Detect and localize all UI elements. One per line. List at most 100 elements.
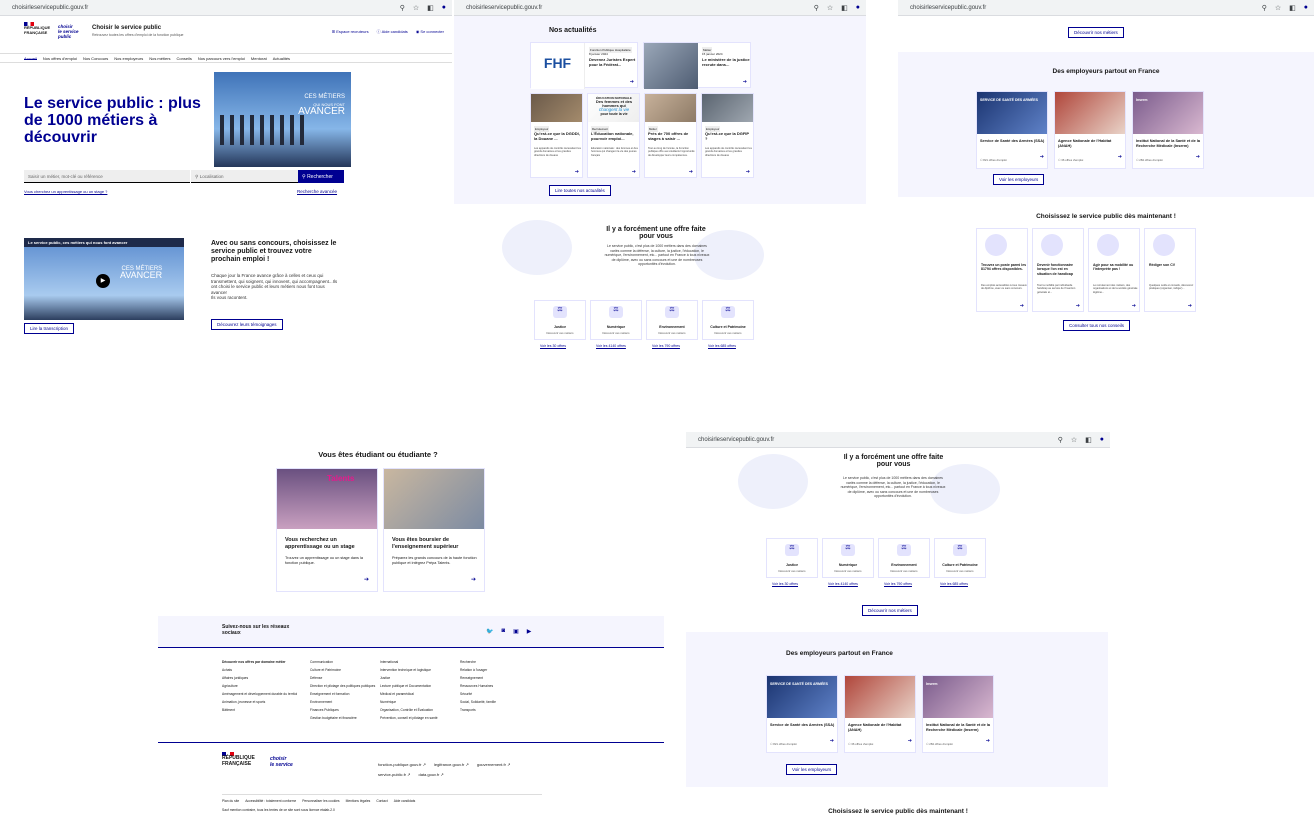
footer-link[interactable]: Enseignement et formation — [310, 690, 390, 698]
employers-button-b[interactable]: Voir les employeurs — [786, 764, 838, 775]
news-card-fhf[interactable]: FHF Fonction Publique Hospitalière 8 jan… — [530, 42, 638, 89]
discover-jobs-button[interactable]: Découvrir nos métiers — [1068, 27, 1124, 38]
login-link[interactable]: ◉ Se connecter — [416, 29, 444, 35]
recruiters-link[interactable]: ⊞ Espace recruteurs — [332, 29, 369, 35]
student-card-stage[interactable]: Talents Vous recherchez un apprentissage… — [276, 468, 378, 592]
footer-link[interactable]: Bâtiment — [222, 706, 297, 714]
footer-link[interactable]: Recherche — [460, 658, 530, 666]
nav-item[interactable]: Mentorat — [251, 56, 267, 61]
linkedin-icon[interactable]: ▣ — [513, 628, 519, 635]
footer-link[interactable]: Relation à l'usager — [460, 666, 530, 674]
employer-card[interactable]: Agence Nationale de l'Habitat (ANAH) ⚇ 3… — [844, 675, 916, 753]
advice-card[interactable]: Rédiger son CV Quelques outils et consei… — [1144, 228, 1196, 312]
legal-link[interactable]: Mentions légales — [346, 799, 371, 803]
search-button[interactable]: ⚲ Rechercher — [298, 170, 344, 183]
help-link[interactable]: ⓘ Aide candidats — [377, 29, 408, 35]
search-input[interactable]: Saisir un métier, mot-clé ou référence — [24, 170, 191, 183]
nav-item[interactable]: Nos employeurs — [114, 56, 143, 61]
employer-card[interactable]: Agence Nationale de l'Habitat (ANAH) ⚇ 3… — [1054, 91, 1126, 169]
video-player[interactable]: Le service public, ces métiers qui nous … — [24, 238, 184, 320]
domain-card[interactable]: ⚖ Numérique Découvrir ces métiers — [822, 538, 874, 578]
domain-offers-link[interactable]: Voir les 4140 offres — [596, 344, 626, 348]
nav-item[interactable]: Nos offres d'emploi — [43, 56, 77, 61]
external-link[interactable]: gouvernement.fr ↗ — [477, 760, 511, 770]
domain-card[interactable]: ⚖ Justice Découvrir ces métiers — [766, 538, 818, 578]
testimonials-button[interactable]: Découvrez leurs témoignages — [211, 319, 283, 330]
external-link[interactable]: fonction-publique.gouv.fr ↗ — [378, 760, 426, 770]
domain-card[interactable]: ⚖ Culture et Patrimoine Découvrir ces mé… — [934, 538, 986, 578]
nav-item[interactable]: Conseils — [177, 56, 192, 61]
advice-card[interactable]: Trouvez un poste parmi les 81794 offres … — [976, 228, 1028, 312]
external-link[interactable]: legifrance.gouv.fr ↗ — [434, 760, 469, 770]
profile-icon[interactable]: ● — [442, 4, 446, 11]
domain-offers-link[interactable]: Voir les 685 offres — [708, 344, 736, 348]
footer-link[interactable]: Environnement — [310, 698, 390, 706]
footer-link[interactable]: International — [380, 658, 460, 666]
advice-button[interactable]: Consulter tous nos conseils — [1063, 320, 1131, 331]
employers-button[interactable]: Voir les employeurs — [993, 174, 1045, 185]
all-news-button[interactable]: Lire toutes nos actualités — [549, 185, 611, 196]
footer-link[interactable]: Organisation, Contrôle et Évaluation — [380, 706, 460, 714]
domain-offers-link[interactable]: Voir les 685 offres — [940, 582, 968, 586]
url-text[interactable]: choisirleservicepublic.gouv.fr — [6, 5, 392, 11]
footer-link[interactable]: Agriculture — [222, 682, 297, 690]
nav-item[interactable]: Accueil — [24, 56, 37, 61]
footer-link[interactable]: Lecture publique et Documentation — [380, 682, 460, 690]
footer-link[interactable]: Finances Publiques — [310, 706, 390, 714]
news-card[interactable]: ÉDUCATION NATIONALE Des femmes et des hom… — [587, 93, 640, 178]
student-card-talents[interactable]: Vous êtes boursier de l'enseignement sup… — [383, 468, 485, 592]
footer-link[interactable]: Communication — [310, 658, 390, 666]
domain-card[interactable]: ⚖ Environnement Découvrir ces métiers — [646, 300, 698, 340]
footer-link[interactable]: Sécurité — [460, 690, 530, 698]
domain-card[interactable]: ⚖ Environnement Découvrir ces métiers — [878, 538, 930, 578]
footer-link[interactable]: Défense — [310, 674, 390, 682]
news-card[interactable]: Métier Près de 700 offres de stages à sa… — [644, 93, 697, 178]
legal-link[interactable]: Accessibilité : totalement conforme — [245, 799, 296, 803]
footer-link[interactable]: Médical et paramédical — [380, 690, 460, 698]
footer-link[interactable]: Animation, jeunesse et sports — [222, 698, 297, 706]
nav-item[interactable]: Nos parcours vers l'emploi — [198, 56, 245, 61]
footer-link[interactable]: Aménagement et développement durable du … — [222, 690, 297, 698]
sidebar-icon[interactable]: ◧ — [427, 4, 434, 12]
nav-item[interactable]: Actualités — [273, 56, 290, 61]
advice-card[interactable]: Devenir fonctionnaire lorsque l'on est e… — [1032, 228, 1084, 312]
footer-link[interactable]: Transports — [460, 706, 530, 714]
nav-item[interactable]: Nos métiers — [149, 56, 170, 61]
footer-link[interactable]: Justice — [380, 674, 460, 682]
footer-link[interactable]: Direction et pilotage des politiques pub… — [310, 682, 390, 690]
news-card[interactable]: Employeur Qu'est-ce que la DGDDI, la Dou… — [530, 93, 583, 178]
employer-card[interactable]: SERVICE DE SANTÉ DES ARMÉES Service de S… — [766, 675, 838, 753]
domain-offers-link[interactable]: Voir les 790 offres — [884, 582, 912, 586]
news-card[interactable]: Employeur Qu'est-ce que la DGFIP ? Les a… — [701, 93, 754, 178]
external-link[interactable]: service-public.fr ↗ — [378, 770, 410, 780]
news-card-justice[interactable]: Métier 15 janvier 2024 Le ministère de l… — [643, 42, 751, 89]
legal-link[interactable]: Plan du site — [222, 799, 239, 803]
legal-link[interactable]: Aide candidats — [394, 799, 416, 803]
location-input[interactable]: ⚲ Localisation — [191, 170, 298, 183]
instagram-icon[interactable]: ◙ — [501, 628, 505, 635]
domain-offers-link[interactable]: Voir les 30 offres — [540, 344, 566, 348]
domain-offers-link[interactable]: Voir les 790 offres — [652, 344, 680, 348]
legal-link[interactable]: Personnaliser les cookies — [302, 799, 339, 803]
external-link[interactable]: data.gouv.fr ↗ — [418, 770, 443, 780]
domain-offers-link[interactable]: Voir les 30 offres — [772, 582, 798, 586]
footer-link[interactable]: Prévention, conseil et pilotage en santé — [380, 714, 460, 722]
play-icon[interactable]: ▶ — [96, 274, 110, 288]
domain-offers-link[interactable]: Voir les 4140 offres — [828, 582, 858, 586]
employer-card[interactable]: Inserm Institut National de la Santé et … — [922, 675, 994, 753]
youtube-icon[interactable]: ▶ — [527, 628, 532, 635]
footer-link[interactable]: Numérique — [380, 698, 460, 706]
employer-card[interactable]: Inserm Institut National de la Santé et … — [1132, 91, 1204, 169]
footer-link[interactable]: Gestion budgétaire et financière — [310, 714, 390, 722]
footer-link[interactable]: Ressources Humaines — [460, 682, 530, 690]
star-icon[interactable]: ☆ — [413, 4, 419, 12]
footer-link[interactable]: Culture et Patrimoine — [310, 666, 390, 674]
footer-link[interactable]: Renseignement — [460, 674, 530, 682]
zoom-icon[interactable]: ⚲ — [400, 4, 405, 12]
advanced-search-link[interactable]: Recherche avancée — [297, 189, 337, 194]
domain-card[interactable]: ⚖ Culture et Patrimoine Découvrir ces mé… — [702, 300, 754, 340]
discover-jobs-button-b[interactable]: Découvrir nos métiers — [862, 605, 918, 616]
domain-card[interactable]: ⚖ Justice Découvrir ces métiers — [534, 300, 586, 340]
stage-link[interactable]: Vous cherchez un apprentissage ou un sta… — [24, 189, 107, 194]
twitter-icon[interactable]: 🐦 — [486, 628, 493, 635]
